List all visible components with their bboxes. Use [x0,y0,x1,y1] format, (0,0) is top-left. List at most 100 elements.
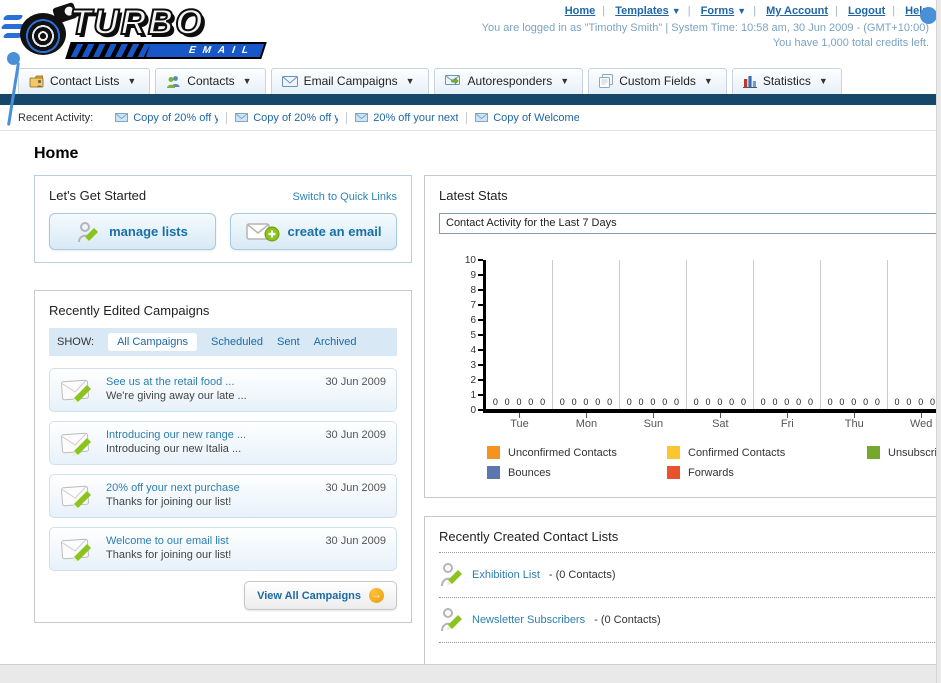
value-label: 0 [516,397,522,407]
stats-range-select[interactable]: Contact Activity for the Last 7 Days ▼ [439,213,941,234]
recent-activity-item[interactable]: 20% off your next p [347,111,468,124]
contact-list-item[interactable]: Newsletter Subscribers - (0 Contacts) [439,598,941,643]
tab-label: Contact Lists [50,74,120,88]
envelope-icon [281,75,298,87]
value-label: 0 [705,397,711,407]
nav-link-templates[interactable]: Templates [615,5,669,17]
tab-label: Autoresponders [467,74,553,88]
recent-activity-item[interactable]: Copy of Welcome tc [467,112,587,124]
contact-activity-chart: 10 9 8 7 6 5 4 3 2 1 0 000000000000000000000000000… [457,255,941,479]
tab-contacts[interactable]: Contacts ▼ [155,68,266,94]
campaign-row[interactable]: Introducing our new range ... Introducin… [49,421,397,465]
nav-link-forms[interactable]: Forms [701,5,735,17]
campaign-row[interactable]: See us at the retail food ... We're givi… [49,368,397,412]
chart-plot: 00000000000000000000000000000000000 [483,260,941,413]
nav-link-my-account[interactable]: My Account [766,5,828,17]
value-labels: 00000 [821,397,887,407]
manage-lists-button[interactable]: manage lists [49,213,216,250]
manage-lists-label: manage lists [109,224,188,239]
y-tick-mark [478,379,483,381]
contact-list-item[interactable]: Exhibition List - (0 Contacts) [439,553,941,598]
campaigns-panel-title: Recently Edited Campaigns [49,303,210,318]
filter-archived[interactable]: Archived [314,336,357,348]
switch-quick-links-link[interactable]: Switch to Quick Links [292,191,397,203]
recent-activity-item[interactable]: Copy of 20% off yc [107,111,228,124]
recent-activity-bar: Recent Activity: Copy of 20% off yc Copy… [0,105,941,131]
value-label: 0 [894,397,900,407]
contact-list-link[interactable]: Exhibition List [472,569,540,581]
chevron-down-icon: ▼ [818,76,828,86]
tab-contact-lists[interactable]: Contact Lists ▼ [18,68,151,94]
top-nav: Home Templates▼ Forms▼ My Account Logout… [565,5,937,24]
campaign-row[interactable]: Welcome to our email list Thanks for joi… [49,527,397,571]
nav-separator [746,5,763,17]
campaign-title-link[interactable]: 20% off your next purchase [106,482,315,494]
y-tick-mark [478,259,483,261]
page-bottom-strip [0,664,941,683]
envelope-icon [235,113,249,122]
y-tick-mark [478,409,483,411]
credits-line: You have 1,000 total credits left. [772,37,929,49]
nav-separator [595,5,612,17]
campaign-subtitle: Thanks for joining our list! [106,496,232,508]
tab-autoresponders[interactable]: Autoresponders ▼ [433,68,584,94]
value-label: 0 [796,397,802,407]
chevron-down-icon: ▼ [405,76,415,86]
envelope-pencil-icon [61,432,91,456]
recent-activity-label: Recent Activity: [18,111,94,124]
value-label: 0 [874,397,880,407]
login-line: You are logged in as "Timothy Smith" | S… [481,22,929,34]
y-tick-mark [478,304,483,306]
value-label: 0 [918,397,924,407]
envelope-plus-icon [245,222,280,241]
legend-item: Confirmed Contacts [667,446,867,459]
tab-email-campaigns[interactable]: Email Campaigns ▼ [270,68,429,94]
campaign-list: See us at the retail food ... We're givi… [49,368,397,571]
x-tick-label: Fri [754,413,821,430]
chevron-down-icon: ▼ [242,76,252,86]
value-label: 0 [540,397,546,407]
chart-day-column: 00000 [821,260,888,409]
logo-email-bar: EMAIL [65,42,267,59]
left-column: Let's Get Started Switch to Quick Links … [34,175,412,623]
filter-all-campaigns[interactable]: All Campaigns [108,333,197,351]
value-labels: 00000 [620,397,686,407]
filter-sent[interactable]: Sent [277,336,300,348]
recent-activity-item[interactable]: Copy of 20% off yc [227,111,348,124]
envelope-pencil-icon [61,485,91,509]
value-label: 0 [863,397,869,407]
latest-stats-title: Latest Stats [439,188,508,203]
value-label: 0 [784,397,790,407]
legend-item: Unconfirmed Contacts [487,446,667,459]
recent-activity-text: Copy of 20% off yc [253,111,339,124]
logo-title: TURBO [69,2,205,43]
nav-link-home[interactable]: Home [565,5,596,17]
user-pencil-icon [78,221,99,242]
campaign-filter-bar: SHOW: All Campaigns Scheduled Sent Archi… [49,328,397,356]
user-pencil-icon [441,608,462,632]
value-label: 0 [626,397,632,407]
legend-item: Bounces [487,466,667,479]
chevron-down-icon: ▼ [737,6,747,16]
envelope-pencil-icon [61,379,91,403]
y-tick-mark [478,349,483,351]
contact-list-link[interactable]: Newsletter Subscribers [472,614,585,626]
legend-item: Unsubscribes [867,446,941,459]
campaign-row[interactable]: 20% off your next purchase Thanks for jo… [49,474,397,518]
envelope-arrow-icon [444,74,460,85]
campaign-title-link[interactable]: Welcome to our email list [106,535,315,547]
campaign-title-link[interactable]: See us at the retail food ... [106,376,315,388]
chart-day-column: 00000 [620,260,687,409]
tab-label: Email Campaigns [303,74,398,88]
create-email-button[interactable]: create an email [230,213,397,250]
nav-link-logout[interactable]: Logout [848,5,885,17]
tab-custom-fields[interactable]: Custom Fields ▼ [588,68,727,94]
campaign-title-link[interactable]: Introducing our new range ... [106,429,315,441]
tab-label: Contacts [187,74,235,88]
filter-scheduled[interactable]: Scheduled [211,336,263,348]
y-tick-label: 9 [470,270,476,281]
value-label: 0 [607,397,613,407]
legend-swatch [867,446,880,459]
view-all-campaigns-button[interactable]: View All Campaigns → [244,581,397,610]
tab-statistics[interactable]: Statistics ▼ [731,68,842,94]
